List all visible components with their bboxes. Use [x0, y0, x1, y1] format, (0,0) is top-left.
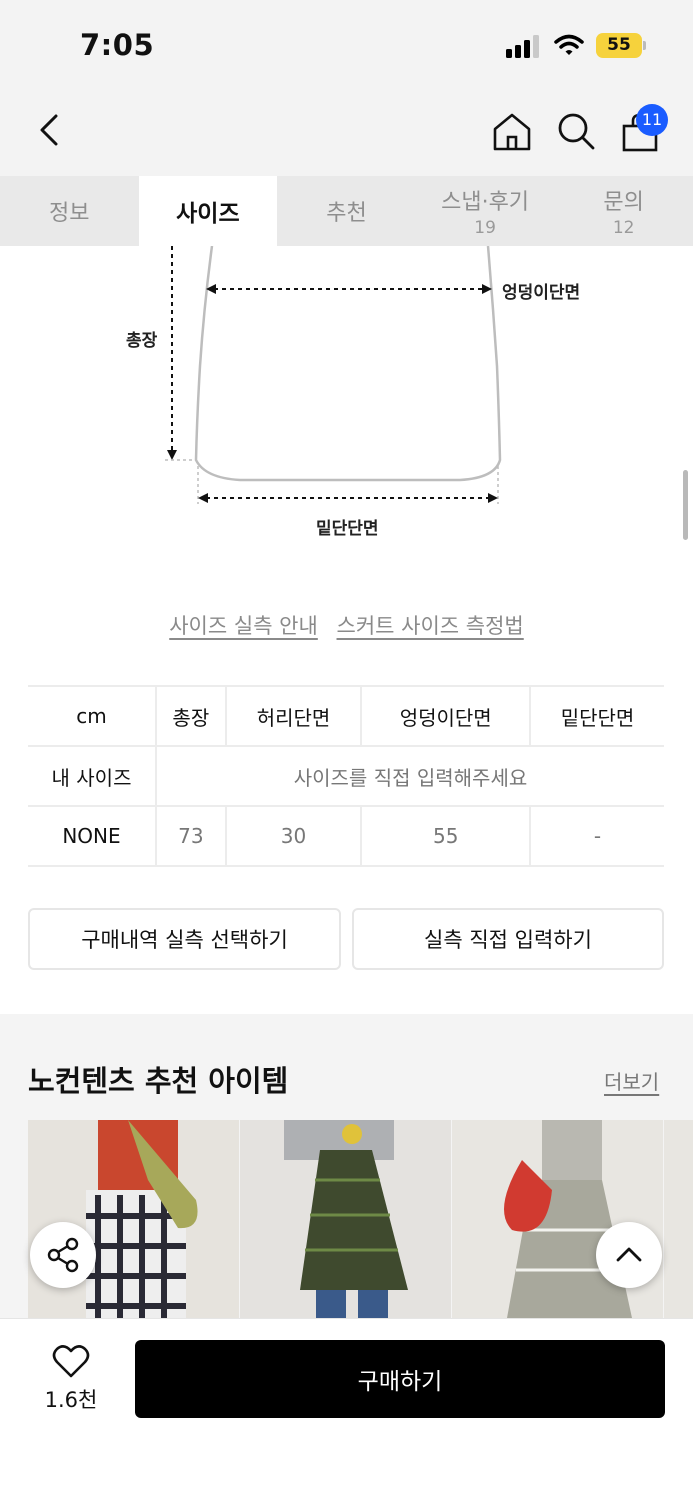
heart-icon[interactable]	[52, 1344, 90, 1380]
manual-measure-input-button[interactable]: 실측 직접 입력하기	[352, 908, 664, 970]
top-navigation	[0, 92, 693, 176]
status-time: 7:05	[80, 28, 155, 62]
table-header: 엉덩이단면	[360, 685, 531, 747]
my-size-label: 내 사이즈	[28, 745, 156, 807]
tab-size[interactable]: 사이즈	[138, 176, 278, 246]
skirt-measurement-diagram: 엉덩이단면 총장 밑단단면	[0, 245, 693, 546]
tab-label: 추천	[326, 201, 367, 226]
battery-icon: 55	[596, 33, 646, 58]
buy-button[interactable]: 구매하기	[135, 1340, 665, 1418]
scrollbar[interactable]	[683, 470, 688, 540]
size-name: NONE	[28, 805, 156, 867]
battery-level: 55	[607, 35, 631, 55]
chevron-left-icon[interactable]	[30, 110, 70, 150]
my-size-row[interactable]: 내 사이즈 사이즈를 직접 입력해주세요	[28, 745, 664, 807]
status-bar: 7:05 55	[0, 0, 693, 92]
tab-snap-review[interactable]: 스냅·후기 19	[416, 176, 555, 246]
table-header: 허리단면	[224, 685, 362, 747]
share-button[interactable]	[30, 1222, 96, 1288]
tab-info[interactable]: 정보	[0, 176, 139, 246]
tab-count: 19	[474, 218, 496, 238]
skirt-measure-link[interactable]: 스커트 사이즈 측정법	[337, 614, 524, 638]
tab-label: 문의	[603, 190, 644, 215]
table-cell: 30	[224, 805, 362, 867]
cellular-signal-icon	[506, 34, 542, 58]
like-count: 1.6천	[44, 1388, 98, 1412]
size-guide-link[interactable]: 사이즈 실측 안내	[169, 614, 318, 638]
table-cell: 55	[360, 805, 531, 867]
tab-label: 정보	[49, 201, 90, 226]
table-row: NONE 73 30 55 -	[28, 805, 664, 867]
recommended-item-thumbnail[interactable]	[240, 1120, 451, 1318]
cart-count-badge: 11	[636, 104, 668, 136]
table-header: 밑단단면	[529, 685, 664, 747]
recommended-item-thumbnail[interactable]	[28, 1120, 239, 1318]
tab-label: 사이즈	[176, 201, 240, 227]
my-size-input-prompt[interactable]: 사이즈를 직접 입력해주세요	[155, 745, 664, 807]
total-length-label: 총장	[126, 331, 158, 351]
tab-inquiry[interactable]: 문의 12	[554, 176, 693, 246]
chevron-up-icon	[616, 1247, 642, 1262]
recommend-title: 노컨텐츠 추천 아이템	[28, 1064, 289, 1098]
recommended-item-thumbnail[interactable]	[452, 1120, 663, 1318]
size-table: cm 총장 허리단면 엉덩이단면 밑단단면 내 사이즈 사이즈를 직접 입력해주…	[28, 685, 664, 867]
tab-recommend[interactable]: 추천	[277, 176, 416, 246]
home-icon[interactable]	[490, 110, 534, 154]
search-icon[interactable]	[555, 110, 597, 152]
product-tabs: 정보 사이즈 추천 스냅·후기 19 문의 12	[0, 176, 693, 246]
skirt-outline	[165, 245, 502, 504]
hip-width-label: 엉덩이단면	[502, 283, 581, 303]
table-cell: 73	[155, 805, 226, 867]
purchase-history-measure-button[interactable]: 구매내역 실측 선택하기	[28, 908, 341, 970]
table-header-row: cm 총장 허리단면 엉덩이단면 밑단단면	[28, 685, 664, 747]
recommended-item-thumbnail[interactable]	[664, 1120, 693, 1318]
size-guide-links: 사이즈 실측 안내 스커트 사이즈 측정법	[0, 610, 693, 640]
wifi-icon	[554, 34, 584, 55]
scroll-to-top-button[interactable]	[596, 1222, 662, 1288]
share-icon	[47, 1237, 79, 1273]
more-link[interactable]: 더보기	[604, 1066, 659, 1095]
tab-count: 12	[612, 218, 635, 238]
table-header: cm	[28, 685, 156, 747]
tab-label: 스냅·후기	[441, 190, 530, 215]
hem-width-label: 밑단단면	[316, 519, 379, 539]
table-header: 총장	[155, 685, 226, 747]
table-cell: -	[529, 805, 664, 867]
